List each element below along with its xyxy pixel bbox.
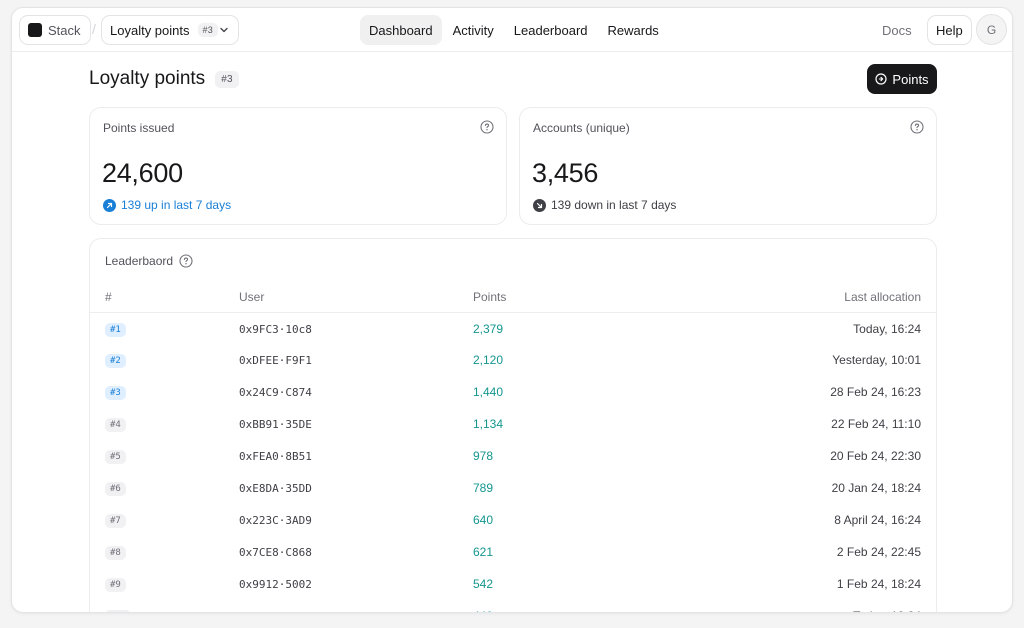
table-row[interactable]: #4 0xBB91·35DE 1,134 22 Feb 24, 11:10 bbox=[90, 408, 936, 440]
arrow-up-right-icon bbox=[103, 198, 116, 212]
app-window: Stack / Loyalty points #3 Dashboard Acti… bbox=[11, 7, 1013, 613]
avatar[interactable]: G bbox=[976, 14, 1007, 45]
table-row[interactable]: #6 0xE8DA·35DD 789 20 Jan 24, 18:24 bbox=[90, 472, 936, 504]
table-row[interactable]: #7 0x223C·3AD9 640 8 April 24, 16:24 bbox=[90, 504, 936, 536]
points-value: 1,440 bbox=[473, 385, 504, 399]
table-row[interactable]: #5 0xFEA0·8B51 978 20 Feb 24, 22:30 bbox=[90, 440, 936, 472]
column-header-user: User bbox=[239, 290, 265, 304]
points-value: 621 bbox=[473, 545, 494, 559]
stat-card-points-issued: Points issued 24,600 139 up in last 7 da… bbox=[89, 107, 507, 225]
user-address: 0x223C·3AD9 bbox=[239, 514, 312, 527]
rank-badge: #5 bbox=[105, 450, 126, 464]
rank-badge: #10 bbox=[105, 610, 132, 612]
rank-badge: #9 bbox=[105, 578, 126, 592]
page-title: Loyalty points #3 bbox=[89, 68, 239, 90]
page-title-badge: #3 bbox=[215, 70, 239, 88]
leaderboard-title-text: Leaderbaord bbox=[105, 254, 174, 268]
docs-link[interactable]: Docs bbox=[882, 23, 912, 38]
user-address: 0x7CE8·C868 bbox=[239, 546, 312, 559]
last-allocation: 28 Feb 24, 16:23 bbox=[830, 385, 921, 399]
points-value: 789 bbox=[473, 481, 494, 495]
brand-logo-icon bbox=[28, 23, 42, 37]
user-address: 0xDFEE·F9F1 bbox=[239, 354, 312, 367]
table-row[interactable]: #10 0xB3D2·40D9 440 Today, 12:24 bbox=[90, 600, 936, 612]
last-allocation: Today, 12:24 bbox=[853, 609, 921, 612]
user-address: 0xBB91·35DE bbox=[239, 418, 312, 431]
leaderboard-title: Leaderbaord bbox=[105, 254, 193, 268]
user-address: 0xFEA0·8B51 bbox=[239, 450, 312, 463]
rank-badge: #4 bbox=[105, 418, 126, 432]
arrow-down-right-icon bbox=[533, 198, 546, 212]
stat-label: Accounts (unique) bbox=[533, 121, 630, 135]
page-title-text: Loyalty points bbox=[89, 68, 206, 89]
points-value: 542 bbox=[473, 577, 494, 591]
last-allocation: 2 Feb 24, 22:45 bbox=[836, 545, 921, 559]
points-value: 978 bbox=[473, 449, 494, 463]
stat-delta: 139 up in last 7 days bbox=[103, 198, 231, 212]
points-icon bbox=[875, 73, 888, 85]
help-circle-icon[interactable] bbox=[480, 120, 494, 134]
chevron-down-icon bbox=[220, 27, 228, 33]
rank-badge: #3 bbox=[105, 386, 126, 400]
stat-delta-text: 139 up in last 7 days bbox=[121, 198, 232, 212]
last-allocation: 1 Feb 24, 18:24 bbox=[836, 577, 921, 591]
last-allocation: 20 Jan 24, 18:24 bbox=[831, 481, 921, 495]
last-allocation: Yesterday, 10:01 bbox=[832, 353, 921, 367]
last-allocation: 20 Feb 24, 22:30 bbox=[830, 449, 921, 463]
rank-badge: #1 bbox=[105, 323, 126, 337]
points-value: 2,120 bbox=[473, 353, 504, 367]
project-badge: #3 bbox=[197, 23, 218, 37]
column-header-last-allocation: Last allocation bbox=[844, 290, 921, 304]
last-allocation: Today, 16:24 bbox=[853, 322, 921, 336]
column-header-rank: # bbox=[105, 290, 112, 304]
main-tabs: Dashboard Activity Leaderboard Rewards bbox=[360, 15, 668, 45]
user-address: 0x9FC3·10c8 bbox=[239, 323, 312, 336]
points-value: 1,134 bbox=[473, 417, 504, 431]
tab-rewards[interactable]: Rewards bbox=[599, 15, 668, 45]
last-allocation: 22 Feb 24, 11:10 bbox=[831, 417, 921, 431]
tab-activity[interactable]: Activity bbox=[444, 15, 503, 45]
user-address: 0x9912·5002 bbox=[239, 578, 312, 591]
rank-badge: #7 bbox=[105, 514, 126, 528]
points-button-label: Points bbox=[892, 71, 929, 87]
help-circle-icon[interactable] bbox=[910, 120, 924, 134]
stat-delta: 139 down in last 7 days bbox=[533, 198, 676, 212]
stat-card-accounts: Accounts (unique) 3,456 139 down in last… bbox=[519, 107, 937, 225]
user-address: 0xB3D2·40D9 bbox=[239, 610, 312, 612]
points-button[interactable]: Points bbox=[867, 64, 937, 94]
stat-delta-text: 139 down in last 7 days bbox=[551, 198, 677, 212]
user-address: 0xE8DA·35DD bbox=[239, 482, 312, 495]
brand-name: Stack bbox=[48, 22, 81, 38]
top-nav: Stack / Loyalty points #3 Dashboard Acti… bbox=[12, 8, 1012, 52]
table-row[interactable]: #2 0xDFEE·F9F1 2,120 Yesterday, 10:01 bbox=[90, 344, 936, 376]
brand-switcher[interactable]: Stack bbox=[19, 15, 91, 45]
points-value: 440 bbox=[473, 609, 493, 612]
stat-label: Points issued bbox=[103, 121, 175, 135]
last-allocation: 8 April 24, 16:24 bbox=[834, 513, 921, 527]
rank-badge: #6 bbox=[105, 482, 126, 496]
points-value: 640 bbox=[473, 513, 494, 527]
user-address: 0x24C9·C874 bbox=[239, 386, 312, 399]
help-circle-icon[interactable] bbox=[179, 254, 193, 268]
stat-value: 24,600 bbox=[102, 158, 183, 188]
project-name: Loyalty points bbox=[110, 22, 190, 38]
project-switcher[interactable]: Loyalty points #3 bbox=[101, 15, 239, 45]
table-row[interactable]: #1 0x9FC3·10c8 2,379 Today, 16:24 bbox=[90, 312, 936, 344]
tab-leaderboard[interactable]: Leaderboard bbox=[505, 15, 597, 45]
stat-value: 3,456 bbox=[532, 158, 599, 188]
points-value: 2,379 bbox=[473, 322, 504, 336]
column-header-points: Points bbox=[473, 290, 507, 304]
leaderboard-card: Leaderbaord # User Points Last allocatio… bbox=[89, 238, 937, 612]
table-row[interactable]: #3 0x24C9·C874 1,440 28 Feb 24, 16:23 bbox=[90, 376, 936, 408]
rank-badge: #8 bbox=[105, 546, 126, 560]
breadcrumb-separator: / bbox=[92, 21, 96, 37]
rank-badge: #2 bbox=[105, 354, 126, 368]
table-row[interactable]: #8 0x7CE8·C868 621 2 Feb 24, 22:45 bbox=[90, 536, 936, 568]
table-row[interactable]: #9 0x9912·5002 542 1 Feb 24, 18:24 bbox=[90, 568, 936, 600]
tab-dashboard[interactable]: Dashboard bbox=[360, 15, 442, 45]
help-button[interactable]: Help bbox=[927, 15, 972, 45]
